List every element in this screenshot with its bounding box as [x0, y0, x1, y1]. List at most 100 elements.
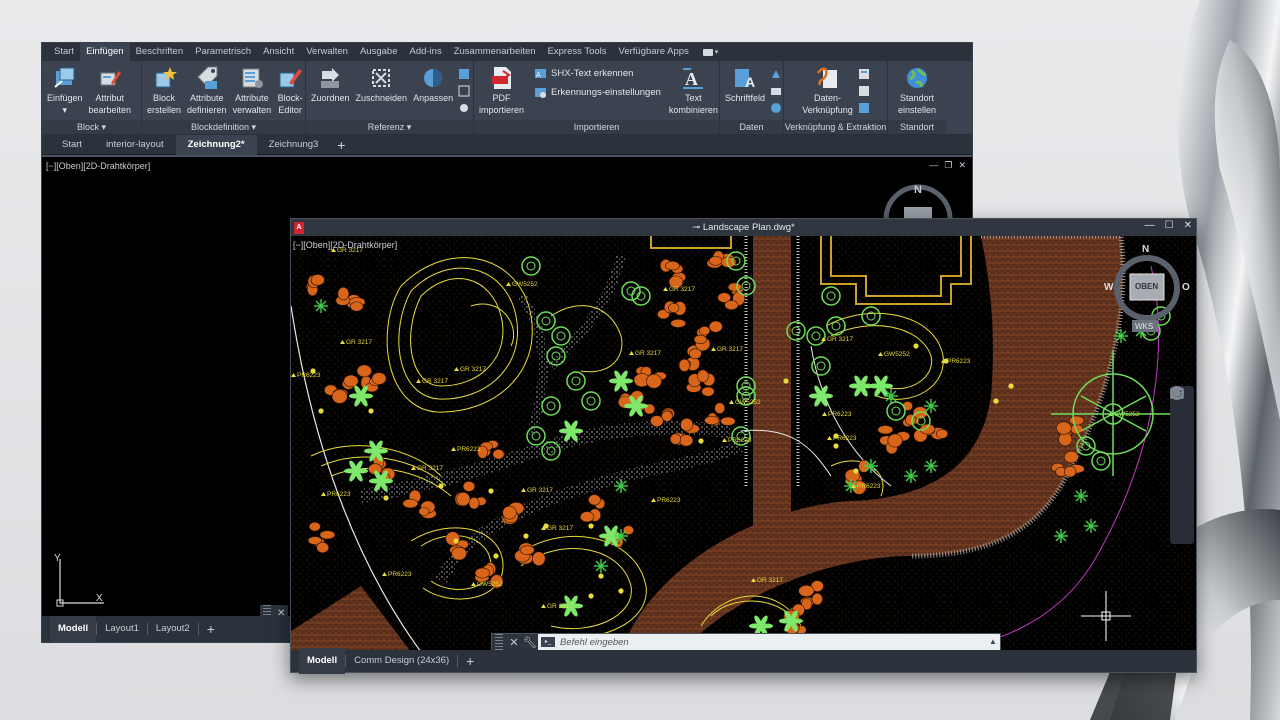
viewcube-north[interactable]: N: [1142, 244, 1149, 255]
recognize-shx-text-button[interactable]: A SHX-Text erkennen: [534, 65, 661, 81]
layout-tab-modell[interactable]: Modell: [299, 648, 346, 674]
block-editor-button[interactable]: Block- Editor: [275, 65, 305, 115]
ribbon-tab-ansicht[interactable]: Ansicht: [257, 43, 300, 61]
marker-dot: [1008, 383, 1014, 389]
recognition-settings-button[interactable]: Erkennungs-einstellungen: [534, 84, 661, 100]
customize-command-wrench-icon[interactable]: 🔧︎: [522, 636, 538, 649]
viewcube-top-face[interactable]: OBEN: [1135, 282, 1158, 291]
clip-button[interactable]: Zuschneiden: [354, 65, 410, 103]
groundcover-symbol: [1054, 529, 1068, 543]
groundcover-symbol: [884, 389, 898, 403]
panel-block: Einfügen ▾ Attribut bearbeiten Block ▾: [42, 61, 142, 134]
groundcover-symbol: [614, 479, 628, 493]
attach-button[interactable]: Zuordnen: [309, 65, 352, 103]
define-attributes-button[interactable]: Attribute definieren: [185, 65, 229, 115]
view-controls-label[interactable]: [−][Oben][2D-Drahtkörper]: [46, 161, 150, 171]
command-input[interactable]: ▸_ Befehl eingeben: [538, 634, 986, 650]
marker-dot: [383, 495, 389, 501]
field-button[interactable]: A Schriftfeld: [723, 65, 767, 103]
plant-label: GR 3217: [460, 366, 486, 373]
edit-attribute-button[interactable]: Attribut bearbeiten: [87, 65, 134, 115]
ribbon-tab-add-ins[interactable]: Add-ins: [403, 43, 447, 61]
layout-tab-comm-design-24x36[interactable]: Comm Design (24x36): [346, 648, 457, 674]
ribbon-minimize-toggle[interactable]: ▾: [702, 47, 725, 57]
panel-title-blockdefinition[interactable]: Blockdefinition ▾: [142, 120, 305, 134]
groundcover-symbol: [614, 529, 628, 543]
ole-object-icon[interactable]: [769, 101, 783, 115]
upload-link-icon[interactable]: [857, 84, 871, 98]
globe-icon: [904, 65, 930, 91]
command-history-dropdown[interactable]: ▲: [986, 634, 1000, 650]
field-icon: A: [732, 65, 758, 91]
data-link-small-icon[interactable]: [769, 84, 783, 98]
viewcube-west[interactable]: W: [1104, 282, 1113, 293]
showmotion-icon[interactable]: [1170, 386, 1184, 400]
restore-viewport-icon[interactable]: ❐: [944, 160, 952, 171]
layout-tab-layout1[interactable]: Layout1: [97, 616, 147, 642]
update-fields-icon[interactable]: [769, 67, 783, 81]
autocad-logo-icon[interactable]: A: [294, 221, 304, 234]
doc-tab-zeichnung3[interactable]: Zeichnung3: [257, 135, 331, 155]
ribbon-tab-express-tools[interactable]: Express Tools: [542, 43, 613, 61]
ribbon-tab-ausgabe[interactable]: Ausgabe: [354, 43, 404, 61]
panel-title-block[interactable]: Block ▾: [42, 120, 141, 134]
data-link-button[interactable]: Daten- Verknüpfung: [800, 65, 855, 115]
minimize-viewport-icon[interactable]: —: [929, 160, 938, 171]
plant-label: PR6223: [327, 491, 351, 498]
close-command-line-icon[interactable]: ✕: [506, 636, 522, 649]
ribbon-toggle-icon: [702, 48, 713, 56]
marker-dot: [853, 468, 859, 474]
close-viewport-icon[interactable]: ✕: [958, 160, 966, 171]
svg-text:N: N: [914, 184, 922, 196]
create-block-button[interactable]: Block erstellen: [145, 65, 183, 115]
manage-attributes-button[interactable]: Attribute verwalten: [231, 65, 274, 115]
maximize-window-icon[interactable]: ☐: [1165, 220, 1174, 231]
plant-label: PR6223: [857, 483, 881, 490]
ribbon-tab-parametrisch[interactable]: Parametrisch: [189, 43, 257, 61]
doc-tab-zeichnung2[interactable]: Zeichnung2*: [175, 134, 257, 155]
layout-tab-modell[interactable]: Modell: [50, 616, 97, 642]
new-drawing-tab-button[interactable]: +: [330, 135, 352, 155]
ribbon-tab-verwalten[interactable]: Verwalten: [300, 43, 354, 61]
add-layout-button[interactable]: +: [199, 616, 223, 642]
ribbon-tab-beschriften[interactable]: Beschriften: [130, 43, 190, 61]
extract-data-icon[interactable]: [857, 67, 871, 81]
ribbon-tab-verfügbare-apps[interactable]: Verfügbare Apps: [613, 43, 695, 61]
plant-label: PR6223: [457, 446, 481, 453]
set-location-button[interactable]: Standort einstellen: [896, 65, 938, 115]
download-link-icon[interactable]: [857, 101, 871, 115]
combine-text-button[interactable]: A Text kombinieren: [667, 65, 720, 115]
minimize-window-icon[interactable]: —: [1145, 220, 1155, 231]
panel-title-reference[interactable]: Referenz ▾: [306, 120, 473, 134]
layout-tab-layout2[interactable]: Layout2: [148, 616, 198, 642]
plant-label: GR 3217: [422, 378, 448, 385]
ribbon-tab-zusammenarbeiten[interactable]: Zusammenarbeiten: [448, 43, 542, 61]
reference-frame-icon[interactable]: [457, 84, 471, 98]
pdf-import-button[interactable]: PDF importieren: [477, 65, 526, 115]
adjust-button[interactable]: Anpassen: [411, 65, 455, 103]
marker-dot: [318, 408, 324, 414]
insert-button[interactable]: Einfügen ▾: [45, 65, 85, 115]
groundcover-symbol: [864, 459, 878, 473]
front-drawing-canvas[interactable]: GR 3217 GR 3217 GR 3217 GR 3217 GR 3217 GR 32…: [291, 236, 1196, 650]
plant-label: GW5252: [477, 581, 503, 588]
marker-dot: [993, 398, 999, 404]
viewcube-ucs-menu[interactable]: WKS: [1135, 322, 1153, 331]
add-layout-button[interactable]: +: [458, 648, 482, 674]
panel-linking: Daten- Verknüpfung Verknüpfung & Extrakt…: [784, 61, 888, 134]
ribbon-tab-einfügen[interactable]: Einfügen: [80, 43, 130, 61]
viewcube[interactable]: N W O OBEN WKS: [1104, 242, 1190, 342]
command-line-grip[interactable]: [495, 634, 503, 650]
front-view-controls-label[interactable]: [−][Oben][2D-Drahtkörper]: [293, 240, 397, 250]
reference-layer-icon[interactable]: [457, 67, 471, 81]
ribbon-tab-start[interactable]: Start: [48, 43, 80, 61]
plant-label: GR 3217: [547, 603, 573, 610]
doc-tab-start[interactable]: Start: [50, 135, 94, 155]
panel-import: PDF importieren A SHX-Text erkennen Erke…: [474, 61, 720, 134]
doc-tab-interior-layout[interactable]: interior-layout: [94, 135, 176, 155]
viewcube-east[interactable]: O: [1182, 282, 1190, 293]
reference-snap-icon[interactable]: [457, 101, 471, 115]
insert-block-icon: [52, 65, 78, 91]
close-window-icon[interactable]: ✕: [1184, 220, 1192, 231]
svg-text:A: A: [745, 74, 755, 90]
